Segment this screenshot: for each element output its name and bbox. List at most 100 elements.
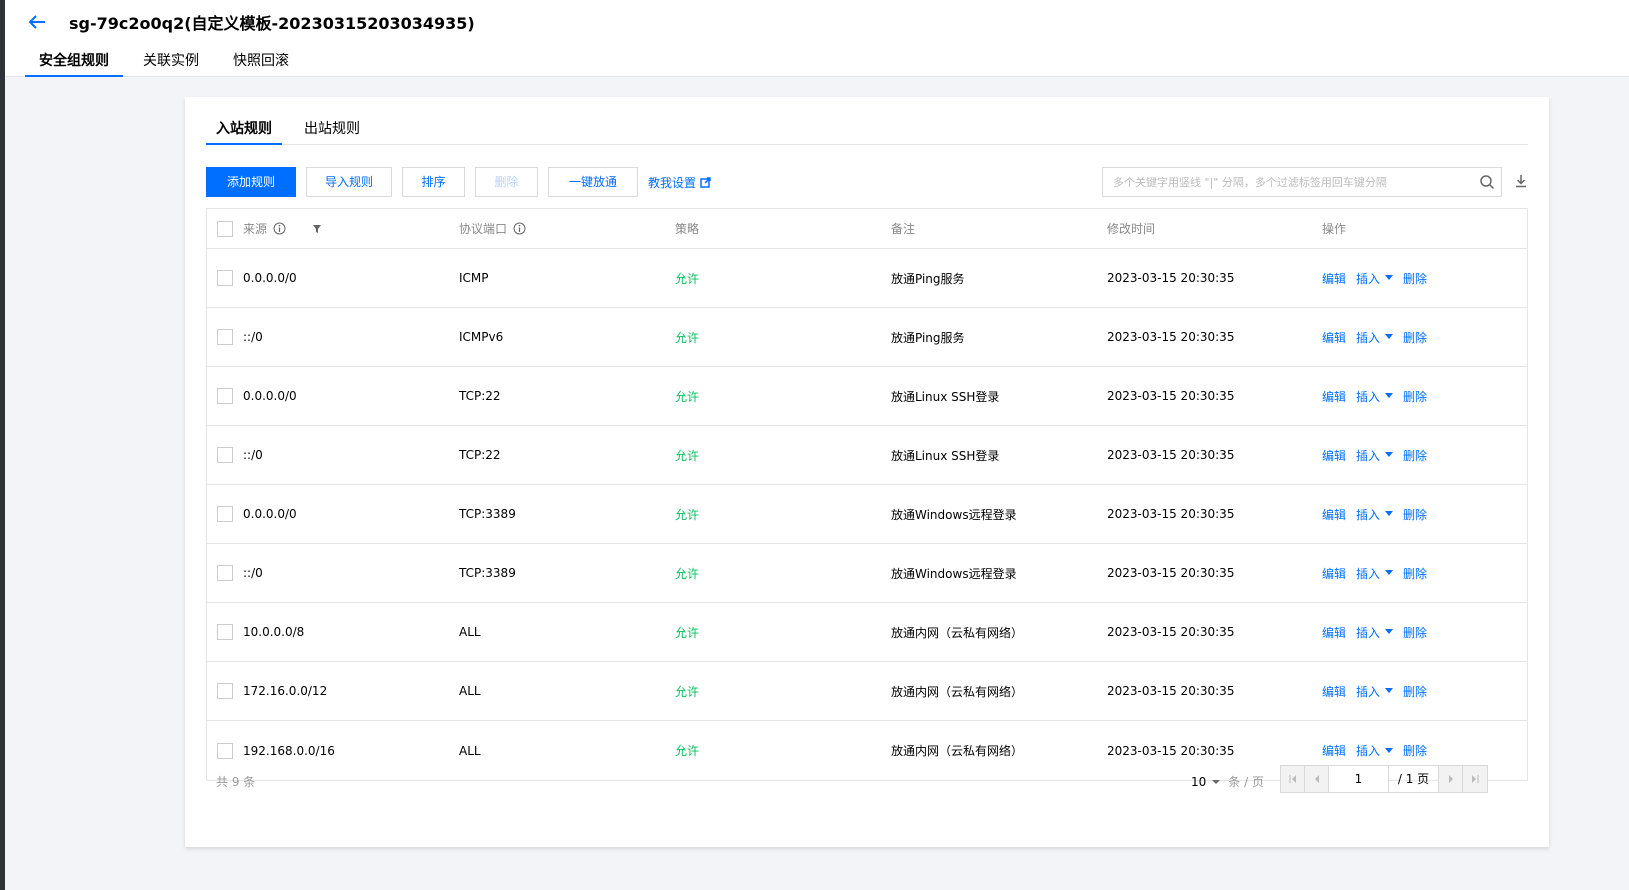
sort-button[interactable]: 排序: [402, 167, 465, 197]
insert-label: 插入: [1356, 744, 1381, 758]
search-input[interactable]: [1103, 168, 1458, 196]
insert-label: 插入: [1356, 389, 1381, 404]
cell-protocol: ALL: [459, 625, 481, 639]
filter-icon[interactable]: [312, 224, 322, 234]
delete-link[interactable]: 删除: [1403, 565, 1427, 582]
column-policy: 策略: [675, 222, 700, 236]
tab-outbound-rules[interactable]: 出站规则: [294, 119, 370, 145]
tab-inbound-rules[interactable]: 入站规则: [206, 119, 282, 145]
row-checkbox[interactable]: [217, 388, 233, 404]
back-arrow-icon[interactable]: [25, 12, 49, 32]
tab-snapshot-rollback[interactable]: 快照回滚: [219, 50, 303, 77]
page-size-dropdown[interactable]: 10: [1191, 775, 1222, 789]
edit-link[interactable]: 编辑: [1322, 742, 1346, 759]
edit-link[interactable]: 编辑: [1322, 388, 1346, 405]
toolbar: 添加规则 导入规则 排序 删除 一键放通 教我设置: [206, 167, 711, 197]
cell-policy: 允许: [675, 389, 700, 404]
delete-button[interactable]: 删除: [475, 167, 538, 197]
cell-modified-time: 2023-03-15 20:30:35: [1107, 566, 1235, 580]
delete-link[interactable]: 删除: [1403, 270, 1427, 287]
row-checkbox[interactable]: [217, 270, 233, 286]
caret-down-icon: [1385, 275, 1394, 280]
insert-dropdown[interactable]: 插入: [1356, 506, 1394, 523]
edit-link[interactable]: 编辑: [1322, 447, 1346, 464]
row-checkbox[interactable]: [217, 565, 233, 581]
cell-operations: 编辑 插入 删除: [1322, 742, 1437, 759]
row-checkbox[interactable]: [217, 329, 233, 345]
cell-operations: 编辑 插入 删除: [1322, 388, 1437, 405]
add-rule-button[interactable]: 添加规则: [206, 167, 296, 197]
edit-link[interactable]: 编辑: [1322, 624, 1346, 641]
edit-link[interactable]: 编辑: [1322, 270, 1346, 287]
insert-dropdown[interactable]: 插入: [1356, 565, 1394, 582]
insert-dropdown[interactable]: 插入: [1356, 388, 1394, 405]
page-number-input[interactable]: [1329, 766, 1389, 792]
cell-remark: 放通Ping服务: [891, 330, 965, 345]
page-size-value: 10: [1191, 774, 1207, 789]
caret-down-icon: [1385, 629, 1394, 634]
edit-link[interactable]: 编辑: [1322, 329, 1346, 346]
download-icon[interactable]: [1513, 173, 1529, 189]
edit-link[interactable]: 编辑: [1322, 565, 1346, 582]
cell-protocol: ICMPv6: [459, 330, 504, 344]
last-page-icon: [1472, 775, 1479, 783]
insert-dropdown[interactable]: 插入: [1356, 447, 1394, 464]
insert-label: 插入: [1356, 330, 1381, 345]
info-icon[interactable]: [273, 222, 286, 235]
prev-page-button[interactable]: [1305, 766, 1329, 792]
next-page-button[interactable]: [1439, 766, 1463, 792]
cell-source: ::/0: [243, 448, 263, 462]
table-row: ::/0 ICMPv6 允许 放通Ping服务 2023-03-15 20:30:35 编…: [207, 308, 1527, 367]
tab-security-rules[interactable]: 安全组规则: [25, 50, 123, 77]
cell-protocol: TCP:22: [459, 389, 501, 403]
delete-link[interactable]: 删除: [1403, 683, 1427, 700]
delete-link[interactable]: 删除: [1403, 329, 1427, 346]
tab-associated-instances[interactable]: 关联实例: [129, 50, 213, 77]
first-page-button[interactable]: [1281, 766, 1305, 792]
insert-dropdown[interactable]: 插入: [1356, 624, 1394, 641]
delete-link[interactable]: 删除: [1403, 447, 1427, 464]
cell-modified-time: 2023-03-15 20:30:35: [1107, 330, 1235, 344]
table-row: 0.0.0.0/0 ICMP 允许 放通Ping服务 2023-03-15 20:30:…: [207, 249, 1527, 308]
insert-dropdown[interactable]: 插入: [1356, 270, 1394, 287]
delete-link[interactable]: 删除: [1403, 742, 1427, 759]
row-checkbox[interactable]: [217, 624, 233, 640]
insert-dropdown[interactable]: 插入: [1356, 742, 1394, 759]
table-row: ::/0 TCP:3389 允许 放通Windows远程登录 2023-03-15 20…: [207, 544, 1527, 603]
row-checkbox-cell: [217, 447, 233, 463]
caret-down-icon: [1385, 452, 1394, 457]
row-checkbox[interactable]: [217, 742, 233, 759]
insert-dropdown[interactable]: 插入: [1356, 329, 1394, 346]
row-checkbox[interactable]: [217, 683, 233, 699]
cell-operations: 编辑 插入 删除: [1322, 565, 1437, 582]
column-protocol-label: 协议端口: [459, 222, 508, 236]
pager: / 1 页: [1280, 765, 1488, 793]
cell-remark: 放通Ping服务: [891, 271, 965, 286]
cell-protocol: TCP:3389: [459, 566, 516, 580]
delete-link[interactable]: 删除: [1403, 624, 1427, 641]
row-checkbox[interactable]: [217, 447, 233, 463]
delete-link[interactable]: 删除: [1403, 388, 1427, 405]
cell-remark: 放通内网（云私有网络）: [891, 744, 1024, 758]
column-source: 来源: [243, 220, 322, 237]
table-row: 10.0.0.0/8 ALL 允许 放通内网（云私有网络） 2023-03-15 20:…: [207, 603, 1527, 662]
tutorial-link[interactable]: 教我设置: [648, 174, 711, 191]
tutorial-link-label: 教我设置: [648, 175, 697, 190]
edit-link[interactable]: 编辑: [1322, 683, 1346, 700]
insert-dropdown[interactable]: 插入: [1356, 683, 1394, 700]
select-all-checkbox[interactable]: [217, 220, 233, 237]
edit-link[interactable]: 编辑: [1322, 506, 1346, 523]
open-all-button[interactable]: 一键放通: [548, 167, 638, 197]
import-rule-button[interactable]: 导入规则: [306, 167, 392, 197]
search-icon[interactable]: [1479, 174, 1495, 190]
last-page-button[interactable]: [1463, 766, 1487, 792]
caret-down-icon: [1385, 393, 1394, 398]
window-edge: [0, 0, 5, 890]
caret-down-icon: [1385, 688, 1394, 693]
caret-down-icon: [1212, 779, 1221, 784]
page-header: sg-79c2o0q2(自定义模板-20230315203034935) 安全组…: [5, 0, 1629, 77]
external-link-icon: [700, 176, 711, 188]
delete-link[interactable]: 删除: [1403, 506, 1427, 523]
row-checkbox[interactable]: [217, 506, 233, 522]
info-icon[interactable]: [513, 222, 526, 235]
